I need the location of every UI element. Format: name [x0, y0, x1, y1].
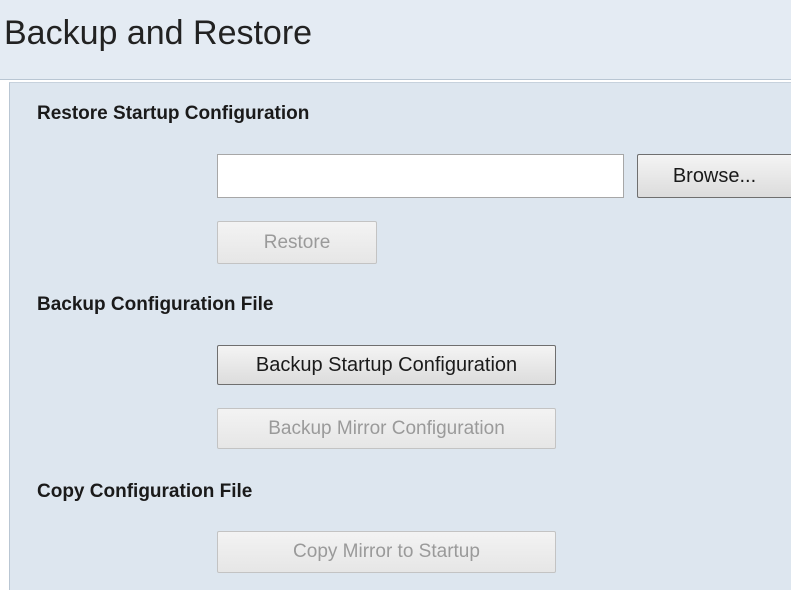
backup-section-title: Backup Configuration File: [37, 294, 274, 315]
copy-section-title: Copy Configuration File: [37, 481, 253, 502]
backup-startup-configuration-button[interactable]: Backup Startup Configuration: [217, 345, 556, 385]
page-header: Backup and Restore: [0, 0, 791, 80]
backup-restore-page: Backup and Restore Restore Startup Confi…: [0, 0, 791, 590]
copy-mirror-to-startup-button[interactable]: Copy Mirror to Startup: [217, 531, 556, 573]
restore-button[interactable]: Restore: [217, 221, 377, 264]
page-title: Backup and Restore: [4, 14, 313, 52]
browse-button[interactable]: Browse...: [637, 154, 791, 198]
restore-section-title: Restore Startup Configuration: [37, 103, 310, 124]
restore-file-input[interactable]: [217, 154, 624, 198]
backup-mirror-configuration-button[interactable]: Backup Mirror Configuration: [217, 408, 556, 449]
